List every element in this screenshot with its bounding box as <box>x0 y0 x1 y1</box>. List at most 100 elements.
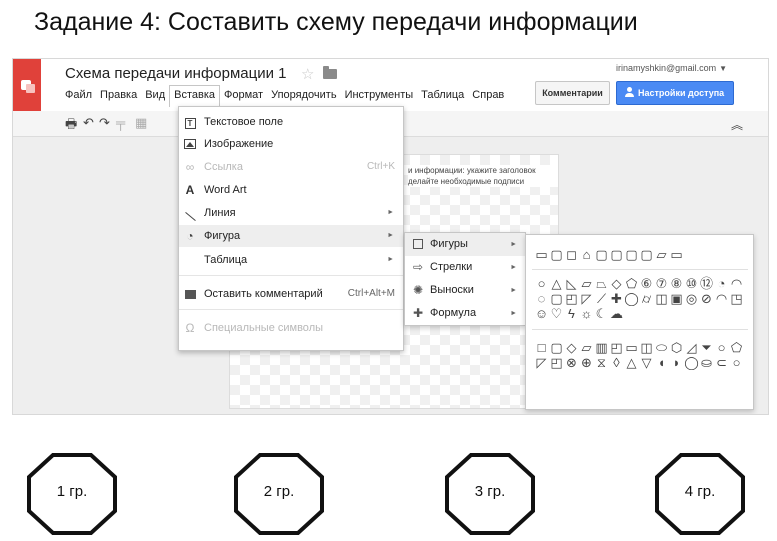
rounded-rectangle-shape-icon[interactable]: ▢ <box>549 247 564 262</box>
teardrop-shape-icon[interactable]: ◌ <box>534 291 549 306</box>
can-shape-icon[interactable]: ⌭ <box>639 291 654 306</box>
menu-insert[interactable]: Вставка <box>169 85 221 107</box>
snip-corner-shape-icon[interactable]: ◻ <box>564 247 579 262</box>
plaque-shape-icon[interactable]: ▭ <box>669 247 684 262</box>
flowchart-extract-icon[interactable]: △ <box>624 355 639 370</box>
menu-tools[interactable]: Инструменты <box>341 85 418 107</box>
print-icon[interactable]: 🖶 <box>65 115 77 137</box>
sun-shape-icon[interactable]: ☼ <box>579 306 594 321</box>
flowchart-decision-icon[interactable]: ◇ <box>564 340 579 355</box>
heptagon-shape-icon[interactable]: ⑦ <box>654 276 669 291</box>
flowchart-collate-icon[interactable]: ⧖ <box>594 355 609 370</box>
pentagon-shape-icon[interactable]: ⬠ <box>624 276 639 291</box>
flowchart-process-icon[interactable]: □ <box>534 340 549 355</box>
menu-table[interactable]: Таблица <box>417 85 468 107</box>
round-same-side-shape-icon[interactable]: ▢ <box>624 247 639 262</box>
menu-item-image[interactable]: Изображение <box>179 133 403 155</box>
menu-item-line[interactable]: Линия ► <box>179 202 403 224</box>
flowchart-direct-storage-icon[interactable]: ⊂ <box>714 355 729 370</box>
menu-item-comment[interactable]: Оставить комментарий Ctrl+Alt+M <box>179 283 403 305</box>
half-frame-shape-icon[interactable]: ◰ <box>564 291 579 306</box>
corner-shape-icon[interactable]: ◸ <box>579 291 594 306</box>
flowchart-preparation-icon[interactable]: ⬡ <box>669 340 684 355</box>
folded-corner-shape-icon[interactable]: ◳ <box>729 291 744 306</box>
flowchart-display-icon[interactable]: ○ <box>729 355 744 370</box>
snip-same-side-shape-icon[interactable]: ⌂ <box>579 247 594 262</box>
cloud-shape-icon[interactable]: ☁ <box>609 306 624 321</box>
flowchart-punched-tape-icon[interactable]: ◰ <box>549 355 564 370</box>
flowchart-card-icon[interactable]: ◸ <box>534 355 549 370</box>
menu-file[interactable]: Файл <box>61 85 96 107</box>
pie-shape-icon[interactable]: ◔ <box>714 276 729 291</box>
diagonal-stripe-shape-icon[interactable]: ⟋ <box>594 291 609 306</box>
diamond-shape-icon[interactable]: ◇ <box>609 276 624 291</box>
octagon-shape-icon[interactable]: ⑧ <box>669 276 684 291</box>
flowchart-data-icon[interactable]: ▱ <box>579 340 594 355</box>
block-arc-shape-icon[interactable]: ◠ <box>714 291 729 306</box>
menu-arrange[interactable]: Упорядочить <box>267 85 340 107</box>
smiley-shape-icon[interactable]: ☺ <box>534 306 549 321</box>
comments-button[interactable]: Комментарии <box>535 81 610 105</box>
menu-item-wordart[interactable]: A Word Art <box>179 179 403 201</box>
flowchart-manual-input-icon[interactable]: ◿ <box>684 340 699 355</box>
flowchart-or-icon[interactable]: ⊕ <box>579 355 594 370</box>
flowchart-internal-storage-icon[interactable]: ◰ <box>609 340 624 355</box>
decagon-shape-icon[interactable]: ⑩ <box>684 276 699 291</box>
triangle-shape-icon[interactable]: △ <box>549 276 564 291</box>
flowchart-delay-icon[interactable]: ◗ <box>669 355 684 370</box>
donut-shape-icon[interactable]: ◎ <box>684 291 699 306</box>
flowchart-summing-junction-icon[interactable]: ⊗ <box>564 355 579 370</box>
plaque-alt-shape-icon[interactable]: ◯ <box>624 291 639 306</box>
ellipse-shape-icon[interactable]: ○ <box>534 276 549 291</box>
menu-view[interactable]: Вид <box>141 85 169 107</box>
right-triangle-shape-icon[interactable]: ◺ <box>564 276 579 291</box>
submenu-item-shapes[interactable]: Фигуры ► <box>405 233 525 256</box>
heart-shape-icon[interactable]: ♡ <box>549 306 564 321</box>
round-corner-shape-icon[interactable]: ▢ <box>609 247 624 262</box>
menu-item-shape[interactable]: ◔ Фигура ► <box>179 225 403 247</box>
collapse-up-icon[interactable]: ︽ <box>731 116 743 133</box>
flowchart-document-icon[interactable]: ▭ <box>624 340 639 355</box>
cross-shape-icon[interactable]: ✚ <box>609 291 624 306</box>
drawings-logo-icon[interactable] <box>13 59 41 111</box>
lightning-shape-icon[interactable]: ϟ <box>564 306 579 321</box>
bevel-shape-icon[interactable]: ▣ <box>669 291 684 306</box>
frame-shape-icon[interactable]: ▢ <box>549 291 564 306</box>
flowchart-multidocument-icon[interactable]: ◫ <box>639 340 654 355</box>
cube-shape-icon[interactable]: ◫ <box>654 291 669 306</box>
flowchart-manual-operation-icon[interactable]: ⏷ <box>699 340 714 355</box>
star-icon[interactable]: ☆ <box>301 65 314 83</box>
flowchart-offpage-icon[interactable]: ⬠ <box>729 340 744 355</box>
flowchart-alt-process-icon[interactable]: ▢ <box>549 340 564 355</box>
menu-edit[interactable]: Правка <box>96 85 141 107</box>
menu-item-table[interactable]: Таблица ► <box>179 249 403 271</box>
flowchart-sort-icon[interactable]: ◊ <box>609 355 624 370</box>
parallelogram-shape-icon[interactable]: ▱ <box>579 276 594 291</box>
redo-icon[interactable]: ↷ <box>99 115 110 131</box>
hexagon-shape-icon[interactable]: ⑥ <box>639 276 654 291</box>
flowchart-magnetic-disk-icon[interactable]: ⛀ <box>699 355 714 370</box>
folder-icon[interactable] <box>323 66 337 79</box>
paint-format-icon[interactable]: ╤ <box>116 115 125 130</box>
submenu-item-equation[interactable]: ✚ Формула ► <box>405 302 525 325</box>
menu-format[interactable]: Формат <box>220 85 267 107</box>
flowchart-sequential-storage-icon[interactable]: ◯ <box>684 355 699 370</box>
undo-icon[interactable]: ↶ <box>83 115 94 131</box>
no-symbol-shape-icon[interactable]: ⊘ <box>699 291 714 306</box>
snip-diagonal-shape-icon[interactable]: ▢ <box>594 247 609 262</box>
dodecagon-shape-icon[interactable]: ⑫ <box>699 276 714 291</box>
flowchart-merge-icon[interactable]: ▽ <box>639 355 654 370</box>
share-button[interactable]: Настройки доступа <box>616 81 734 105</box>
round-diagonal-shape-icon[interactable]: ▢ <box>639 247 654 262</box>
submenu-item-arrows[interactable]: ⇨ Стрелки ► <box>405 256 525 279</box>
moon-shape-icon[interactable]: ☾ <box>594 306 609 321</box>
select-icon[interactable]: ▦ <box>135 115 147 131</box>
submenu-item-callouts[interactable]: ✺ Выноски ► <box>405 279 525 302</box>
menu-help[interactable]: Справ <box>468 85 508 107</box>
trapezoid-shape-icon[interactable]: ⏢ <box>594 276 609 291</box>
flowchart-predefined-icon[interactable]: ▥ <box>594 340 609 355</box>
user-account[interactable]: irinamyshkin@gmail.com ▼ <box>616 63 727 73</box>
menu-item-textbox[interactable]: T Текстовое поле <box>179 111 403 133</box>
document-title[interactable]: Схема передачи информации 1 <box>65 65 286 82</box>
flowchart-connector-icon[interactable]: ○ <box>714 340 729 355</box>
